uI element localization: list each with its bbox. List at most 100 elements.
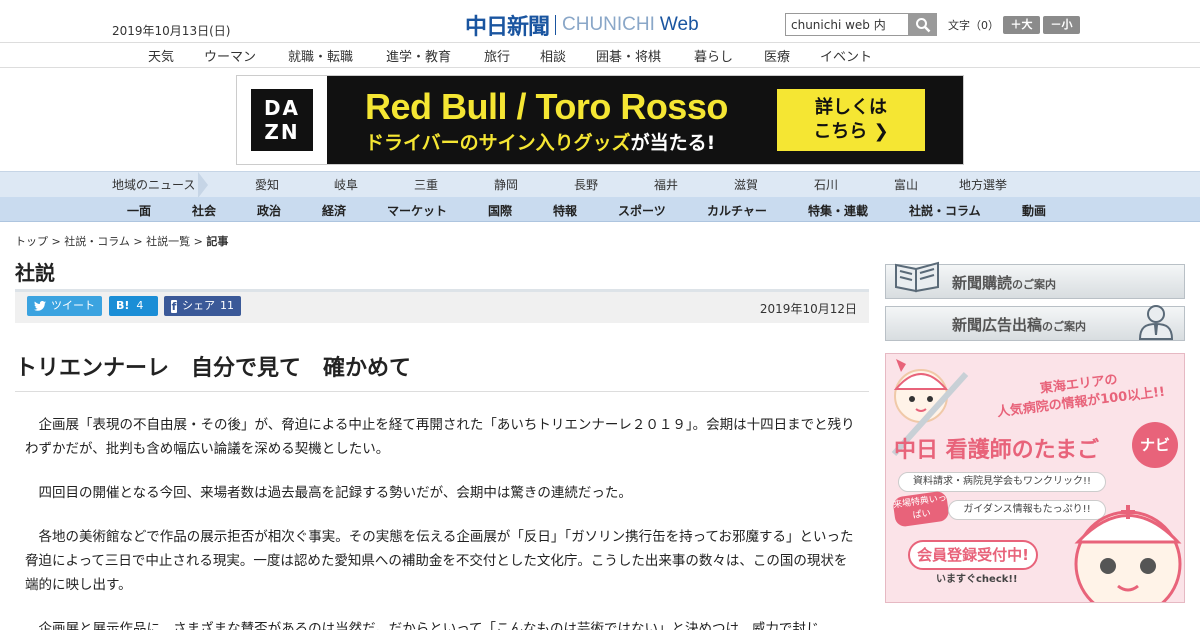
category-nav-item[interactable]: 一面 (127, 202, 151, 219)
category-nav-item[interactable]: カルチャー (707, 202, 767, 219)
main-nav-item[interactable]: 相談 (540, 46, 566, 65)
category-nav-item[interactable]: スポーツ (618, 202, 666, 219)
promo-feature-1: 資料請求・病院見学会もワンクリック!! (898, 472, 1106, 492)
banner-subtitle: ドライバーのサイン入りグッズが当たる! (365, 128, 715, 155)
hatena-count: 4 (136, 299, 144, 312)
dazn-logo-line2: ZN (264, 120, 300, 144)
facebook-share-label: シェア (182, 299, 215, 312)
nurse-navi-ad[interactable]: 東海エリアの 人気病院の情報が100以上!! 中日 看護師のたまご ナビ 資料請… (885, 353, 1185, 603)
subscription-label-main: 新聞購読 (952, 274, 1013, 292)
category-nav-item[interactable]: 社会 (192, 202, 216, 219)
tweet-label: ツイート (51, 299, 95, 312)
regional-nav-label: 地域のニュース (112, 178, 196, 192)
breadcrumb-link[interactable]: 社説・コラム (64, 235, 130, 248)
twitter-bird-icon (34, 301, 46, 311)
font-decrease-button[interactable]: －小 (1043, 16, 1080, 34)
category-nav-item[interactable]: 経済 (322, 202, 346, 219)
category-nav-item[interactable]: 動画 (1022, 202, 1046, 219)
main-nav-item[interactable]: 天気 (148, 46, 174, 65)
dazn-logo-line1: DA (263, 96, 301, 120)
regional-nav-item[interactable]: 石川 (814, 176, 838, 193)
regional-nav-item[interactable]: 地方選挙 (959, 176, 1007, 193)
article-paragraph: 企画展「表現の不自由展・その後」が、脅迫による中止を経て再開された「あいちトリエ… (25, 417, 855, 457)
regional-nav: 地域のニュース 愛知 岐阜 三重 静岡 長野 福井 滋賀 石川 富山 地方選挙 (0, 171, 1200, 198)
site-logo[interactable]: 中日新聞 CHUNICHI Web (465, 9, 699, 41)
regional-nav-item[interactable]: 愛知 (255, 176, 279, 193)
breadcrumb: トップ > 社説・コラム > 社説一覧 > 記事 (15, 233, 228, 249)
promo-register-button[interactable]: 会員登録受付中! (908, 540, 1038, 570)
promo-headline: 東海エリアの 人気病院の情報が100以上!! (988, 365, 1171, 423)
article-paragraph: 各地の美術館などで作品の展示拒否が相次ぐ事実。その実態を伝える企画展が「反日」「… (25, 529, 854, 593)
article-paragraph: 四回目の開催となる今回、来場者数は過去最高を記録する勢いだが、会期中は驚きの連続… (38, 485, 632, 501)
regional-nav-item[interactable]: 長野 (574, 176, 598, 193)
main-nav-item[interactable]: 旅行 (484, 46, 510, 65)
logo-jp: 中日新聞 (465, 14, 550, 40)
main-nav-item[interactable]: 暮らし (694, 46, 733, 65)
divider (15, 391, 869, 392)
promo-title: 中日 看護師のたまご (894, 438, 1099, 463)
breadcrumb-link[interactable]: 社説一覧 (146, 235, 190, 248)
category-nav-item[interactable]: 特集・連載 (808, 202, 868, 219)
current-date: 2019年10月13日(日) (112, 24, 231, 38)
hatena-icon: B! (116, 299, 130, 312)
advertising-label-small: のご案内 (1042, 320, 1087, 333)
newspaper-icon (895, 261, 939, 293)
breadcrumb-current: 記事 (206, 235, 229, 248)
category-nav-item[interactable]: マーケット (387, 202, 447, 219)
main-nav-item[interactable]: 囲碁・将棋 (596, 46, 661, 65)
subscription-label: 新聞購読のご案内 (952, 272, 1056, 293)
regional-nav-item[interactable]: 福井 (654, 176, 678, 193)
breadcrumb-separator: > (129, 235, 147, 248)
main-nav-item[interactable]: イベント (820, 46, 872, 65)
logo-web: Web (659, 14, 699, 35)
site-search (785, 13, 937, 36)
article-paragraph: 企画展と展示作品に、さまざまな賛否があるのは当然だ。だからといって「こんなものは… (38, 621, 820, 630)
share-bar: ツイート B! 4 f シェア 11 2019年10月12日 (15, 289, 869, 323)
category-nav: 一面 社会 政治 経済 マーケット 国際 特報 スポーツ カルチャー 特集・連載… (0, 197, 1200, 222)
search-icon (915, 17, 930, 32)
font-increase-button[interactable]: ＋大 (1003, 16, 1040, 34)
advertising-label: 新聞広告出稿のご案内 (952, 314, 1086, 335)
category-nav-item[interactable]: 国際 (488, 202, 512, 219)
subscription-link[interactable]: 新聞購読のご案内 (885, 261, 1185, 299)
chevron-right-icon (198, 172, 208, 198)
banner-ad[interactable]: DA ZN Red Bull / Toro Rosso ドライバーのサイン入りグ… (236, 75, 964, 165)
main-nav-item[interactable]: 進学・教育 (386, 46, 451, 65)
promo-check-label: いますぐcheck!! (936, 574, 1018, 585)
article-headline: トリエンナーレ 自分で見て 確かめて (15, 356, 412, 381)
site-header: 2019年10月13日(日) 中日新聞 CHUNICHI Web 文字（0） ＋… (0, 0, 1200, 42)
businessman-icon (1138, 305, 1174, 340)
banner-cta-line2: こちら ❯ (813, 121, 889, 142)
hatena-bookmark-button[interactable]: B! 4 (109, 296, 158, 316)
regional-nav-item[interactable]: 岐阜 (334, 176, 358, 193)
banner-title: Red Bull / Toro Rosso (365, 86, 728, 127)
category-nav-item[interactable]: 社説・コラム (909, 202, 981, 219)
main-nav-item[interactable]: 就職・転職 (288, 46, 353, 65)
section-title: 社説 (15, 261, 55, 285)
main-nav-item[interactable]: ウーマン (204, 46, 256, 65)
facebook-share-button[interactable]: f シェア 11 (164, 296, 241, 316)
banner-cta-line1: 詳しくは (815, 97, 887, 118)
regional-nav-item[interactable]: 三重 (414, 176, 438, 193)
facebook-share-count: 11 (220, 299, 234, 312)
regional-nav-item[interactable]: 静岡 (494, 176, 518, 193)
main-nav-item[interactable]: 医療 (764, 46, 790, 65)
search-input[interactable] (785, 13, 908, 36)
regional-nav-item[interactable]: 滋賀 (734, 176, 758, 193)
breadcrumb-link[interactable]: トップ (15, 235, 48, 248)
subscription-label-small: のご案内 (1012, 278, 1057, 291)
category-nav-item[interactable]: 政治 (257, 202, 281, 219)
dazn-logo: DA ZN (237, 76, 327, 164)
promo-navi-badge: ナビ (1132, 422, 1178, 468)
regional-nav-item[interactable]: 富山 (894, 176, 918, 193)
publish-date: 2019年10月12日 (759, 302, 857, 316)
tweet-button[interactable]: ツイート (27, 296, 102, 316)
category-nav-item[interactable]: 特報 (553, 202, 577, 219)
banner-cta-button[interactable]: 詳しくは こちら ❯ (777, 89, 925, 151)
facebook-icon: f (171, 299, 177, 313)
search-button[interactable] (908, 13, 937, 36)
advertising-link[interactable]: 新聞広告出稿のご案内 (885, 305, 1185, 341)
font-size-label: 文字（0） (948, 19, 999, 32)
banner-subtitle-rest: が当たる! (630, 132, 716, 154)
logo-en: CHUNICHI (562, 14, 655, 35)
